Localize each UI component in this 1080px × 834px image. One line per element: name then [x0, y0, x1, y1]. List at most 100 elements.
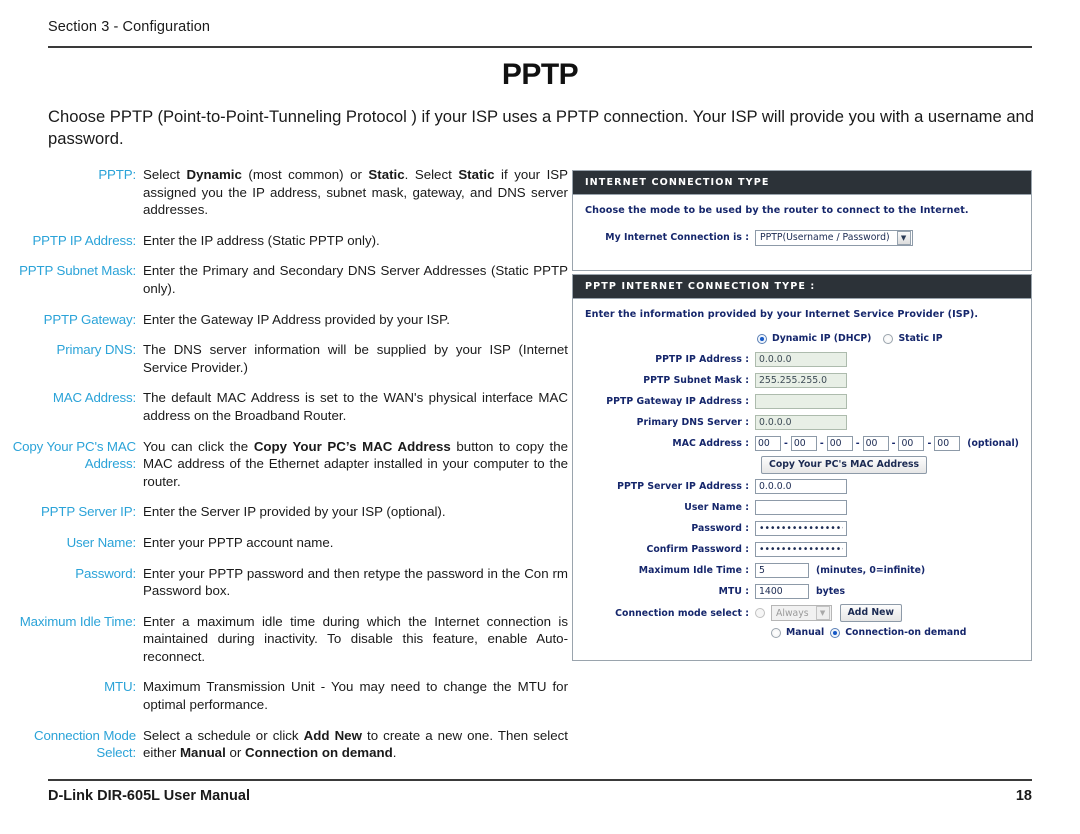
definition-list: PPTP: Select Dynamic (most common) or St…: [0, 166, 568, 775]
footer-page-number: 18: [1015, 788, 1032, 804]
my-internet-connection-row: My Internet Connection is : PPTP(Usernam…: [585, 229, 1019, 246]
user-name-row: User Name :: [585, 499, 1019, 516]
pptp-ip-address-input[interactable]: [755, 352, 847, 367]
internet-connection-type-panel: INTERNET CONNECTION TYPE Choose the mode…: [572, 170, 1032, 271]
confirm-password-row: Confirm Password :: [585, 541, 1019, 558]
mtu-row: MTU : bytes: [585, 583, 1019, 600]
mac-octet-5[interactable]: [898, 436, 925, 451]
pptp-connection-type-note: Enter the information provided by your I…: [585, 309, 979, 320]
radio-static-ip[interactable]: [883, 333, 894, 344]
definition-row: MTU: Maximum Transmission Unit - You may…: [0, 678, 568, 713]
definition-row: PPTP Gateway: Enter the Gateway IP Addre…: [0, 311, 568, 329]
connection-mode-select-label: Connection mode select :: [615, 607, 749, 619]
radio-static-ip-label: Static IP: [898, 333, 943, 344]
mac-octet-2[interactable]: [790, 436, 817, 451]
definition-description: Enter your PPTP account name.: [143, 534, 334, 550]
my-internet-connection-control[interactable]: PPTP(Username / Password) ▼: [755, 229, 913, 246]
definition-term: Maximum Idle Time:: [19, 613, 136, 629]
mac-separator: -: [891, 438, 896, 449]
pptp-server-ip-row: PPTP Server IP Address :: [585, 478, 1019, 495]
header-rule: [48, 46, 1032, 48]
definition-term: Primary DNS:: [56, 342, 137, 358]
chevron-down-icon[interactable]: ▼: [815, 606, 830, 620]
maximum-idle-time-label: Maximum Idle Time :: [638, 565, 749, 576]
primary-dns-server-row: Primary DNS Server :: [585, 414, 1019, 431]
password-input[interactable]: [755, 521, 847, 536]
pptp-gateway-ip-input[interactable]: [755, 394, 847, 409]
password-label: Password :: [691, 523, 749, 534]
definition-description: Select a schedule or click Add New to cr…: [143, 727, 568, 761]
definition-description: You can click the Copy Your PC’s MAC Add…: [143, 438, 568, 489]
mac-address-optional-note: (optional): [967, 438, 1019, 449]
mac-separator: -: [784, 438, 788, 449]
maximum-idle-time-input[interactable]: [755, 563, 809, 578]
router-web-ui-screenshot: INTERNET CONNECTION TYPE Choose the mode…: [572, 170, 1032, 661]
definition-description: Enter the Gateway IP Address provided by…: [143, 311, 450, 327]
user-name-input[interactable]: [755, 500, 847, 515]
internet-connection-select[interactable]: PPTP(Username / Password) ▼: [755, 229, 913, 246]
mac-octet-1[interactable]: [755, 436, 781, 451]
pptp-gateway-ip-row: PPTP Gateway IP Address :: [585, 393, 1019, 410]
running-head: Section 3 - Configuration: [48, 19, 211, 35]
pptp-subnet-mask-input[interactable]: [755, 373, 847, 388]
mtu-label: MTU :: [718, 586, 749, 597]
page-title: PPTP: [501, 58, 579, 91]
definition-row: PPTP Server IP: Enter the Server IP prov…: [0, 503, 568, 521]
mac-address-row: MAC Address : - - - - - (optional): [585, 435, 1019, 452]
pptp-connection-type-panel: PPTP INTERNET CONNECTION TYPE : Enter th…: [572, 274, 1032, 661]
mac-separator: -: [927, 438, 932, 449]
pptp-subnet-mask-row: PPTP Subnet Mask :: [585, 372, 1019, 389]
connection-mode-select-row: Connection mode select : Always ▼ Add Ne…: [585, 604, 1019, 622]
radio-schedule[interactable]: [755, 608, 765, 618]
maximum-idle-time-suffix: (minutes, 0=infinite): [816, 565, 926, 576]
pptp-server-ip-label: PPTP Server IP Address :: [617, 481, 749, 492]
internet-connection-select-value: PPTP(Username / Password): [760, 232, 890, 243]
maximum-idle-time-control: (minutes, 0=infinite): [755, 563, 925, 578]
definition-term: PPTP Subnet Mask:: [19, 263, 136, 279]
definition-term: Copy Your PC's MAC Address:: [12, 438, 136, 472]
chevron-down-icon[interactable]: ▼: [896, 230, 911, 245]
definition-row: PPTP IP Address: Enter the IP address (S…: [0, 232, 568, 250]
primary-dns-server-input[interactable]: [755, 415, 847, 430]
pptp-ip-address-row: PPTP IP Address :: [585, 351, 1019, 368]
password-row: Password :: [585, 520, 1019, 537]
definition-description: Enter the Server IP provided by your ISP…: [143, 504, 446, 520]
add-new-button[interactable]: Add New: [839, 604, 903, 622]
definition-description: The default MAC Address is set to the WA…: [143, 390, 568, 423]
definition-description: Enter a maximum idle time during which t…: [143, 613, 568, 664]
schedule-select[interactable]: Always ▼: [771, 605, 832, 621]
pptp-gateway-ip-label: PPTP Gateway IP Address :: [606, 396, 749, 407]
definition-term: MTU:: [104, 679, 136, 695]
internet-connection-type-note: Choose the mode to be used by the router…: [585, 205, 969, 216]
definition-row: Connection Mode Select: Select a schedul…: [0, 727, 568, 762]
mtu-suffix: bytes: [816, 586, 845, 597]
my-internet-connection-label: My Internet Connection is :: [605, 232, 749, 243]
radio-connection-on-demand[interactable]: [830, 627, 841, 638]
pptp-connection-type-body: Enter the information provided by your I…: [573, 299, 1031, 651]
radio-manual[interactable]: [771, 627, 781, 638]
pptp-server-ip-input[interactable]: [755, 479, 847, 494]
definition-row: PPTP Subnet Mask: Enter the Primary and …: [0, 262, 568, 297]
definition-term: PPTP Server IP:: [40, 504, 136, 520]
definition-description: Maximum Transmission Unit - You may need…: [143, 679, 568, 713]
mac-octet-4[interactable]: [862, 436, 889, 451]
radio-dynamic-ip[interactable]: [757, 333, 767, 344]
mac-octet-3[interactable]: [826, 436, 853, 451]
mtu-input[interactable]: [755, 584, 809, 599]
definition-row: PPTP: Select Dynamic (most common) or St…: [0, 166, 568, 219]
confirm-password-input[interactable]: [755, 542, 847, 557]
definition-description: Enter the Primary and Secondary DNS Serv…: [143, 263, 568, 296]
mac-octet-6[interactable]: [934, 436, 961, 451]
definition-term: PPTP IP Address:: [32, 232, 136, 248]
intro-paragraph: Choose PPTP (Point-to-Point-Tunneling Pr…: [48, 107, 1035, 148]
panel-footer-spacer: [573, 651, 1031, 660]
primary-dns-server-label: Primary DNS Server :: [636, 417, 749, 428]
user-name-label: User Name :: [684, 502, 749, 513]
footer-manual-name: D-Link DIR-605L User Manual: [48, 788, 250, 804]
definition-row: Copy Your PC's MAC Address: You can clic…: [0, 438, 568, 491]
ip-mode-radio-group: Dynamic IP (DHCP) Static IP: [585, 333, 1019, 344]
footer-rule: [48, 779, 1032, 781]
radio-manual-label: Manual: [786, 627, 825, 638]
copy-your-pcs-mac-address-button[interactable]: Copy Your PC's MAC Address: [761, 456, 928, 474]
definition-term: Connection Mode Select:: [34, 727, 136, 761]
